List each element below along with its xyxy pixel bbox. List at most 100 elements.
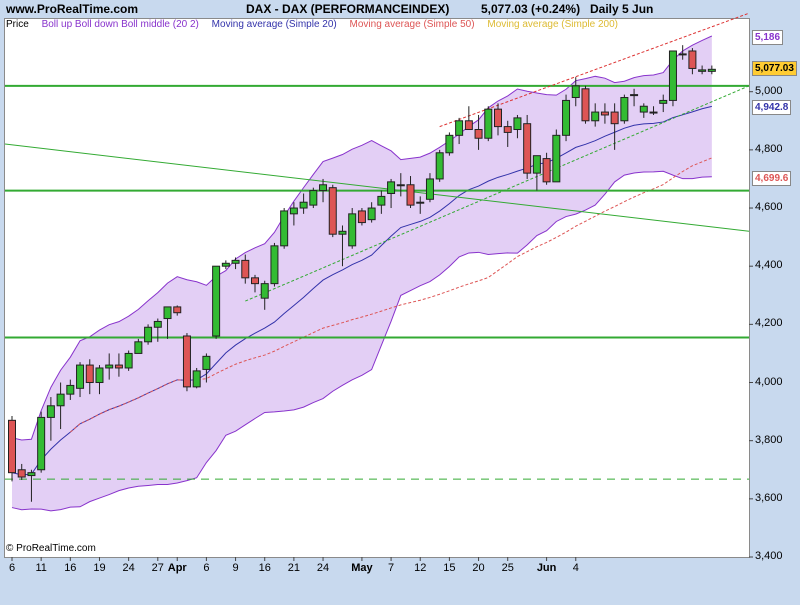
x-tick-label: 6 <box>8 562 16 574</box>
legend-ma50: Moving average (Simple 50) <box>349 19 475 30</box>
y-tick-label: 3,800 <box>755 433 783 446</box>
price-label-last: 5,077.03 <box>752 61 797 77</box>
candle-body <box>251 277 259 285</box>
x-tick-label: Apr <box>167 562 187 574</box>
candle-body <box>163 306 172 320</box>
candle-body <box>348 213 357 247</box>
candle-body <box>659 99 668 104</box>
price-chart-svg <box>4 12 753 561</box>
candle-body <box>357 210 366 224</box>
candle-body <box>610 111 619 125</box>
bollinger-band-fill <box>12 36 712 511</box>
candle-body <box>552 134 561 183</box>
candle-body <box>37 416 46 471</box>
candle-body <box>114 364 123 369</box>
candle-body <box>620 97 629 122</box>
legend-price: Price <box>6 19 29 30</box>
y-tick-label: 4,600 <box>755 201 783 214</box>
candle-body <box>289 207 298 215</box>
y-tick-label: 3,600 <box>755 491 783 504</box>
x-tick-label: 16 <box>258 562 271 574</box>
price-label-ma20: 4,942.8 <box>752 100 792 116</box>
candle-body <box>105 364 114 369</box>
candle-body <box>523 123 532 174</box>
candle-body <box>338 230 347 235</box>
legend-ma20: Moving average (Simple 20) <box>211 19 337 30</box>
candle-body <box>221 262 230 267</box>
x-tick-label: Jun <box>536 562 557 574</box>
candle-body <box>377 195 386 206</box>
candle-body <box>153 320 162 328</box>
y-tick-label: 4,800 <box>755 142 783 155</box>
x-tick-label: 16 <box>64 562 77 574</box>
legend-ma200: Moving average (Simple 200) <box>487 19 618 30</box>
candle-body <box>494 108 502 128</box>
candle-body <box>649 111 658 114</box>
candle-body <box>639 105 648 113</box>
candle-body <box>455 120 464 136</box>
y-tick-label: 4,000 <box>755 375 783 388</box>
candle-body <box>95 367 104 384</box>
candle-body <box>435 152 444 180</box>
candle-body <box>8 419 16 474</box>
candle-body <box>260 283 269 299</box>
candle-body <box>192 370 201 388</box>
x-tick-label: 7 <box>388 562 395 574</box>
candle-body <box>173 306 182 314</box>
y-tick-label: 5,000 <box>755 84 783 97</box>
candle-body <box>630 94 639 97</box>
candle-body <box>406 184 415 206</box>
x-tick-label: 27 <box>151 562 164 574</box>
candle-body <box>474 129 483 139</box>
candle-body <box>367 207 376 221</box>
candle-body <box>46 405 55 418</box>
candle-body <box>464 120 473 131</box>
candle-body <box>668 50 677 101</box>
candle-body <box>532 155 541 174</box>
candle-body <box>445 134 454 154</box>
chart-canvas <box>0 0 800 605</box>
candle-body <box>416 201 425 204</box>
y-tick-label: 4,200 <box>755 317 783 330</box>
x-tick-label: 25 <box>501 562 514 574</box>
candle-body <box>144 326 153 343</box>
candle-body <box>503 126 512 133</box>
candle-body <box>581 88 590 122</box>
candle-body <box>513 117 522 131</box>
candle-body <box>76 364 85 389</box>
candle-body <box>600 111 609 116</box>
candle-body <box>56 393 65 407</box>
candle-body <box>591 111 600 122</box>
x-tick-label: 6 <box>203 562 210 574</box>
candle-body <box>134 341 143 354</box>
y-tick-label: 3,400 <box>755 550 783 562</box>
copyright-label: © ProRealTime.com <box>6 543 96 554</box>
candle-body <box>124 352 133 369</box>
candle-body <box>241 259 250 279</box>
x-tick-label: 11 <box>35 562 47 574</box>
y-tick-label: 4,400 <box>755 259 783 272</box>
price-label-boll: 5,186 <box>752 29 784 45</box>
candle-body <box>328 187 337 235</box>
candle-body <box>85 364 94 384</box>
candle-body <box>212 265 221 337</box>
candle-body <box>319 184 328 192</box>
candle-body <box>202 355 211 370</box>
candle-body <box>231 259 240 264</box>
chart-legend: Price Boll up Boll down Boll middle (20 … <box>6 19 628 30</box>
candle-body <box>182 335 191 388</box>
candle-body <box>562 99 571 136</box>
x-tick-label: 21 <box>287 562 300 574</box>
x-tick-label: 20 <box>472 562 485 574</box>
candle-body <box>299 201 308 209</box>
candle-body <box>707 68 716 72</box>
candle-body <box>425 178 434 200</box>
candle-body <box>66 384 75 395</box>
legend-bollinger: Boll up Boll down Boll middle (20 2) <box>41 19 199 30</box>
candle-body <box>678 53 687 56</box>
x-tick-label: May <box>351 562 373 574</box>
candle-body <box>542 158 551 183</box>
price-label-ma50: 4,699.6 <box>752 171 792 187</box>
candle-body <box>698 69 707 72</box>
candle-body <box>309 190 318 206</box>
